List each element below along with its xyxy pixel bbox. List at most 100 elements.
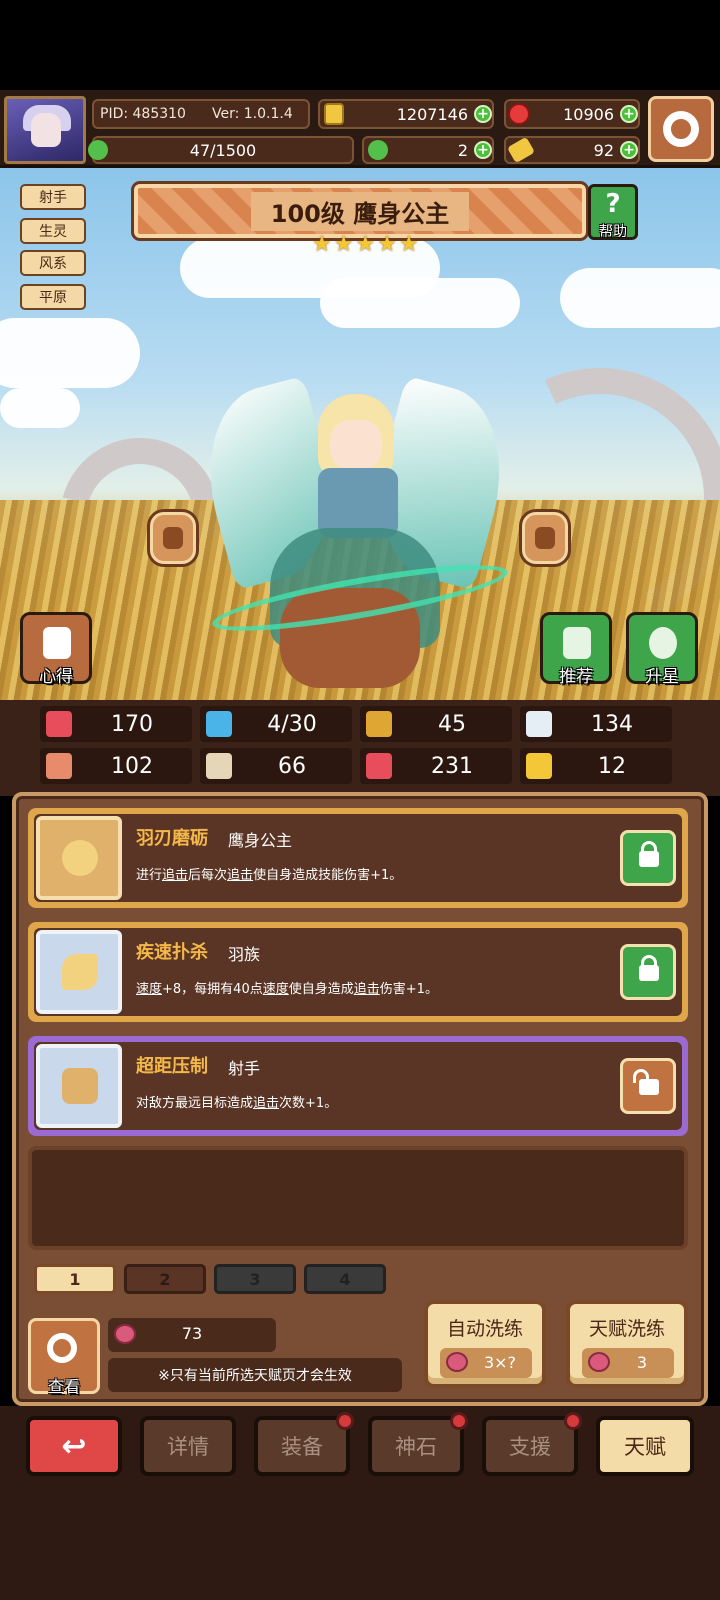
bone-counter: 92 + (504, 136, 640, 164)
next-hero-button[interactable] (522, 512, 568, 564)
wing-icon (526, 711, 552, 737)
talent-desc: 进行追击后每次追击使自身造成技能伤害+1。 (136, 868, 403, 883)
bone-icon (506, 136, 536, 164)
ruby-icon (508, 103, 530, 125)
lock-toggle-button[interactable] (620, 944, 676, 1000)
upgrade-star-button[interactable]: 升星 (626, 612, 698, 687)
arrow-left-icon (163, 527, 183, 549)
arrow-right-icon (535, 527, 555, 549)
auto-refine-cost: 3×? (440, 1348, 532, 1378)
stat-value: 134 (591, 711, 633, 737)
horseshoe-icon (526, 753, 552, 779)
notes-button[interactable]: 心得 (20, 612, 92, 687)
talent-card-1[interactable]: 羽刃磨砺 鹰身公主 进行追击后每次追击使自身造成技能伤害+1。 (28, 808, 688, 908)
nav-equip-label: 装备 (281, 1435, 323, 1459)
exp-bar: 47/1500 (88, 136, 354, 164)
player-avatar[interactable] (4, 96, 86, 164)
nav-details[interactable]: 详情 (140, 1416, 236, 1476)
fist-icon (46, 753, 72, 779)
bone-value: 92 (593, 140, 614, 160)
star-icon: ★ (355, 232, 376, 257)
notes-icon (43, 627, 71, 659)
prev-hero-button[interactable] (150, 512, 196, 564)
magnifier-icon (47, 1333, 77, 1363)
talent-bow-icon (36, 1044, 122, 1128)
add-clover-button[interactable]: + (474, 141, 492, 159)
clover-counter: 2 + (362, 136, 494, 164)
recommend-label: 推荐 (559, 667, 593, 687)
stat-value: 231 (431, 753, 473, 779)
recommend-button[interactable]: 推荐 (540, 612, 612, 687)
page-tab-1[interactable]: 1 (34, 1264, 116, 1294)
clover-currency-icon (368, 140, 388, 160)
fruit-count: 73 (181, 1324, 203, 1343)
nav-talent[interactable]: 天赋 (596, 1416, 694, 1476)
unlock-toggle-button[interactable] (620, 1058, 676, 1114)
nav-support[interactable]: 支援 (482, 1412, 582, 1476)
talent-source: 射手 (228, 1059, 261, 1078)
back-button[interactable]: ↩ (26, 1416, 122, 1476)
star-rating: ★ ★ ★ ★ ★ (312, 234, 419, 256)
talent-name: 疾速扑杀 (136, 942, 208, 963)
heart-icon (46, 711, 72, 737)
talent-name: 羽刃磨砺 (136, 828, 208, 849)
hero-title-bar: 100级 鹰身公主 (131, 181, 589, 241)
talent-desc: 速度+8，每拥有40点速度使自身造成追击伤害+1。 (136, 982, 438, 997)
drop-icon (206, 711, 232, 737)
talent-source: 羽族 (228, 945, 261, 964)
talent-wing-icon (36, 930, 122, 1014)
talent-desc: 对敌方最远目标造成追击次数+1。 (136, 1096, 338, 1111)
nav-support-label: 支援 (509, 1435, 551, 1459)
stat-value: 102 (111, 753, 153, 779)
talent-refine-button[interactable]: 天赋洗练 3 (566, 1300, 688, 1388)
notes-label: 心得 (39, 667, 73, 687)
settings-button[interactable] (648, 96, 714, 162)
add-gem-button[interactable]: + (620, 105, 638, 123)
stat-value: 45 (438, 711, 466, 737)
nav-talent-label: 天赋 (624, 1435, 666, 1459)
talent-refine-label: 天赋洗练 (588, 1318, 665, 1340)
nav-stone[interactable]: 神石 (368, 1412, 468, 1476)
stat-fist: 102 (40, 748, 192, 784)
question-icon: ? (605, 189, 621, 219)
clover-value: 2 (457, 140, 468, 160)
page-tab-4[interactable]: 4 (304, 1264, 386, 1294)
add-bone-button[interactable]: + (620, 141, 638, 159)
empty-talent-slot (28, 1146, 688, 1250)
fruit-icon (588, 1352, 610, 1372)
auto-refine-button[interactable]: 自动洗练 3×? (424, 1300, 546, 1388)
gold-value: 1207146 (396, 104, 468, 124)
stat-shield: 45 (360, 706, 512, 742)
talent-card-3[interactable]: 超距压制 射手 对敌方最远目标造成追击次数+1。 (28, 1036, 688, 1136)
talent-source: 鹰身公主 (228, 831, 293, 850)
stat-horseshoe: 12 (520, 748, 672, 784)
fruit-icon (446, 1352, 468, 1372)
book-icon (206, 753, 232, 779)
back-arrow-icon: ↩ (61, 1428, 87, 1464)
stat-wing: 134 (520, 706, 672, 742)
notification-dot (564, 1412, 582, 1430)
stat-value: 170 (111, 711, 153, 737)
nav-equip[interactable]: 装备 (254, 1412, 354, 1476)
page-tab-3[interactable]: 3 (214, 1264, 296, 1294)
talent-star-icon (36, 816, 122, 900)
crit-icon (366, 753, 392, 779)
gold-counter: 1207146 + (318, 99, 494, 129)
stat-heart: 170 (40, 706, 192, 742)
pid-version-bar: PID: 485310 Ver: 1.0.1.4 (92, 99, 310, 129)
gold-coin-icon (324, 103, 344, 125)
nav-stone-label: 神石 (395, 1435, 437, 1459)
star-icon: ★ (398, 232, 419, 257)
help-button[interactable]: ? 帮助 (588, 184, 638, 240)
lock-toggle-button[interactable] (620, 830, 676, 886)
star-icon: ★ (333, 232, 354, 257)
gem-counter: 10906 + (504, 99, 640, 129)
talent-card-2[interactable]: 疾速扑杀 羽族 速度+8，每拥有40点速度使自身造成追击伤害+1。 (28, 922, 688, 1022)
page-tab-2[interactable]: 2 (124, 1264, 206, 1294)
view-button[interactable]: 查看 (28, 1318, 100, 1396)
add-gold-button[interactable]: + (474, 105, 492, 123)
stat-value: 4/30 (267, 711, 317, 737)
status-bar-area (0, 0, 720, 90)
unlocked-icon (639, 1079, 659, 1095)
star-up-icon (649, 627, 677, 659)
